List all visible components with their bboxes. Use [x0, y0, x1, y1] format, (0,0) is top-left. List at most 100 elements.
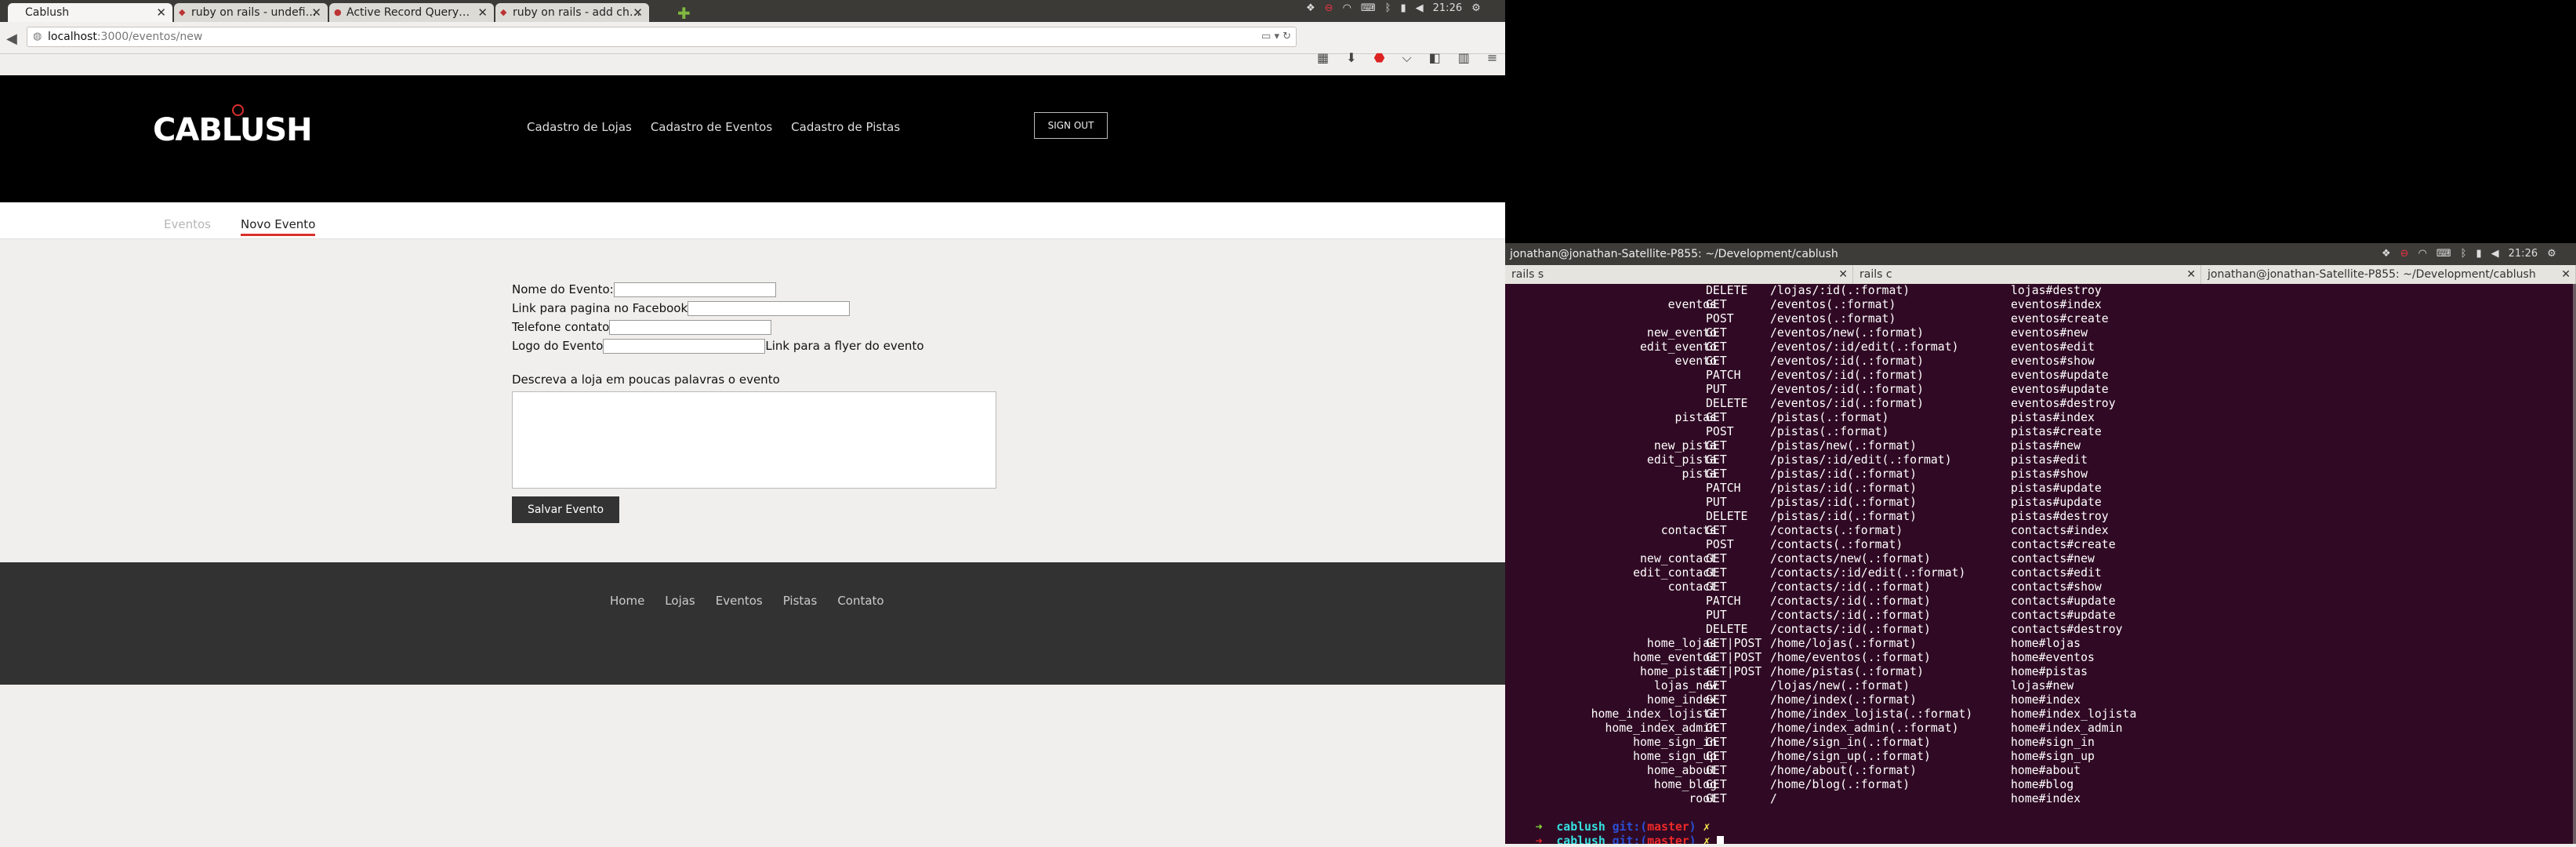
clock[interactable]: 21:26 — [1433, 2, 1462, 14]
sign-out-button[interactable]: SIGN OUT — [1034, 112, 1108, 139]
nome-input[interactable] — [613, 282, 776, 297]
adblock-icon[interactable]: ⬣ — [1374, 50, 1385, 66]
route-row: home_index_admin GET/home/index_admin(.:f… — [1508, 722, 2575, 736]
footer-lojas[interactable]: Lojas — [665, 594, 695, 608]
url-bar-icons[interactable]: ▭ ▾ ↻ — [1261, 27, 1291, 46]
close-tab-icon[interactable]: ✕ — [156, 5, 166, 20]
route-verb: DELETE — [1706, 623, 1748, 636]
close-tab-icon[interactable]: ✕ — [2561, 265, 2571, 284]
route-path: /home/eventos(.:format) — [1770, 651, 1931, 664]
route-verb: GET — [1706, 467, 1727, 481]
route-action: contacts#update — [2011, 609, 2116, 622]
route-verb: GET — [1706, 298, 1727, 311]
description-textarea[interactable] — [512, 391, 996, 489]
route-action: eventos#edit — [2011, 340, 2095, 354]
route-path: /home/pistas(.:format) — [1770, 665, 1924, 678]
telefone-input[interactable] — [609, 319, 772, 335]
facebook-row: Link para pagina no Facebook — [512, 299, 996, 318]
volume-icon[interactable]: ◀ — [1416, 2, 1424, 14]
footer-home[interactable]: Home — [610, 594, 644, 608]
back-icon[interactable]: ◀ — [6, 31, 17, 47]
wifi-icon[interactable]: ◠ — [1343, 2, 1351, 14]
close-tab-icon[interactable]: ✕ — [477, 5, 488, 20]
close-tab-icon[interactable]: ✕ — [633, 5, 643, 20]
menu-icon[interactable]: ≡ — [1487, 50, 1497, 66]
tab-eventos[interactable]: Eventos — [164, 217, 211, 231]
tab-ruby-add[interactable]: ◆ ruby on rails - add ch… ✕ — [495, 3, 649, 22]
nav-cadastro-lojas[interactable]: Cadastro de Lojas — [527, 120, 632, 134]
terminal-scrollbar[interactable] — [2573, 284, 2576, 844]
route-path: /home/blog(.:format) — [1770, 778, 1910, 791]
save-evento-button[interactable]: Salvar Evento — [512, 496, 619, 523]
logo-label: Logo do Evento — [512, 339, 604, 353]
keyboard-icon[interactable]: ⌨ — [2436, 243, 2451, 265]
bluetooth-icon[interactable]: ᛒ — [1385, 2, 1391, 14]
close-tab-icon[interactable]: ✕ — [1838, 265, 1848, 284]
route-action: eventos#update — [2011, 383, 2109, 396]
route-name: home_index_lojista — [1591, 707, 1717, 721]
wifi-icon[interactable]: ◠ — [2418, 243, 2427, 265]
route-path: /home/index_admin(.:format) — [1770, 722, 1959, 735]
route-path: /contacts(.:format) — [1770, 524, 1903, 537]
terminal-tab-rails-c[interactable]: rails c ✕ — [1853, 265, 2201, 284]
gear-icon[interactable]: ⚙ — [2547, 243, 2556, 265]
cablush-logo[interactable]: CABLUSH — [153, 104, 313, 148]
route-row: contacts GET/contacts(.:format) contacts#i… — [1508, 524, 2575, 538]
route-verb: PUT — [1706, 609, 1727, 622]
tab-active-record[interactable]: ● Active Record Query… ✕ — [329, 3, 494, 22]
prompt-line-active[interactable]: ➜ cablush git:(master) ✗ — [1508, 820, 2575, 844]
tab-cablush[interactable]: Cablush ✕ — [8, 3, 172, 22]
route-path: /eventos/new(.:format) — [1770, 326, 1924, 340]
telefone-row: Telefone contato — [512, 318, 996, 336]
bluetooth-icon[interactable]: ᛒ — [2461, 243, 2467, 265]
facebook-input[interactable] — [688, 300, 851, 316]
route-row: home_index GET/home/index(.:format) home#i… — [1508, 693, 2575, 707]
route-path: /pistas/:id(.:format) — [1770, 467, 1917, 481]
battery-icon[interactable]: ▮ — [1400, 2, 1406, 14]
dropbox-icon[interactable]: ❖ — [1306, 2, 1315, 14]
terminal-tab-bar: rails s ✕ rails c ✕ jonathan@jonathan-Sa… — [1505, 265, 2576, 284]
dropbox-icon[interactable]: ❖ — [2382, 243, 2391, 265]
facebook-label: Link para pagina no Facebook — [512, 301, 688, 315]
sidebar-icon[interactable]: ▥ — [1458, 50, 1470, 66]
footer-contato[interactable]: Contato — [837, 594, 883, 608]
sub-nav: Eventos Novo Evento — [0, 202, 1505, 239]
route-action: lojas#new — [2011, 679, 2074, 693]
gear-icon[interactable]: ⚙ — [1471, 2, 1481, 14]
nome-label: Nome do Evento: — [512, 282, 614, 296]
favicon-icon: ● — [334, 7, 342, 17]
footer-pistas[interactable]: Pistas — [783, 594, 818, 608]
route-row: PUT/eventos/:id(.:format) eventos#update — [1508, 383, 2575, 397]
battery-icon[interactable]: ▮ — [2476, 243, 2481, 265]
close-tab-icon[interactable]: ✕ — [311, 5, 321, 20]
download-icon[interactable]: ⬇ — [1346, 50, 1356, 66]
terminal-tab-rails-s[interactable]: rails s ✕ — [1505, 265, 1853, 284]
tab-novo-evento[interactable]: Novo Evento — [241, 217, 316, 236]
nav-cadastro-pistas[interactable]: Cadastro de Pistas — [791, 120, 900, 134]
blocked-icon[interactable]: ⊖ — [2400, 243, 2409, 265]
extension-icon[interactable]: ◧ — [1429, 50, 1441, 66]
terminal-tab-shell[interactable]: jonathan@jonathan-Satellite-P855: ~/Deve… — [2201, 265, 2576, 284]
route-verb: PATCH — [1706, 594, 1741, 608]
blocked-icon[interactable]: ⊖ — [1325, 2, 1333, 14]
route-verb: GET — [1706, 764, 1727, 777]
prompt-line: ➜ cablush git:(master) ✗ — [1508, 806, 2575, 834]
nav-cadastro-eventos[interactable]: Cadastro de Eventos — [651, 120, 772, 134]
new-tab-icon[interactable]: ✚ — [677, 4, 691, 23]
footer-eventos[interactable]: Eventos — [716, 594, 763, 608]
keyboard-icon[interactable]: ⌨ — [1361, 2, 1376, 14]
route-row: DELETE/contacts/:id(.:format) contacts#de… — [1508, 623, 2575, 637]
route-verb: PUT — [1706, 496, 1727, 509]
url-bar[interactable]: ◍ localhost:3000/eventos/new ▭ ▾ ↻ — [27, 27, 1297, 47]
library-icon[interactable]: ▦ — [1317, 50, 1329, 66]
route-verb: GET — [1706, 778, 1727, 791]
route-verb: GET — [1706, 707, 1727, 721]
volume-icon[interactable]: ◀ — [2491, 243, 2499, 265]
route-name: home_sign_up — [1633, 750, 1717, 763]
pocket-icon[interactable]: ⌵ — [1402, 50, 1412, 66]
logo-input[interactable] — [603, 338, 766, 354]
clock[interactable]: 21:26 — [2509, 243, 2538, 265]
terminal-output[interactable]: DELETE/lojas/:id(.:format) lojas#destroy e… — [1505, 284, 2575, 844]
tab-ruby-undefined[interactable]: ◆ ruby on rails - undefi… ✕ — [174, 3, 328, 22]
close-tab-icon[interactable]: ✕ — [2186, 265, 2196, 284]
